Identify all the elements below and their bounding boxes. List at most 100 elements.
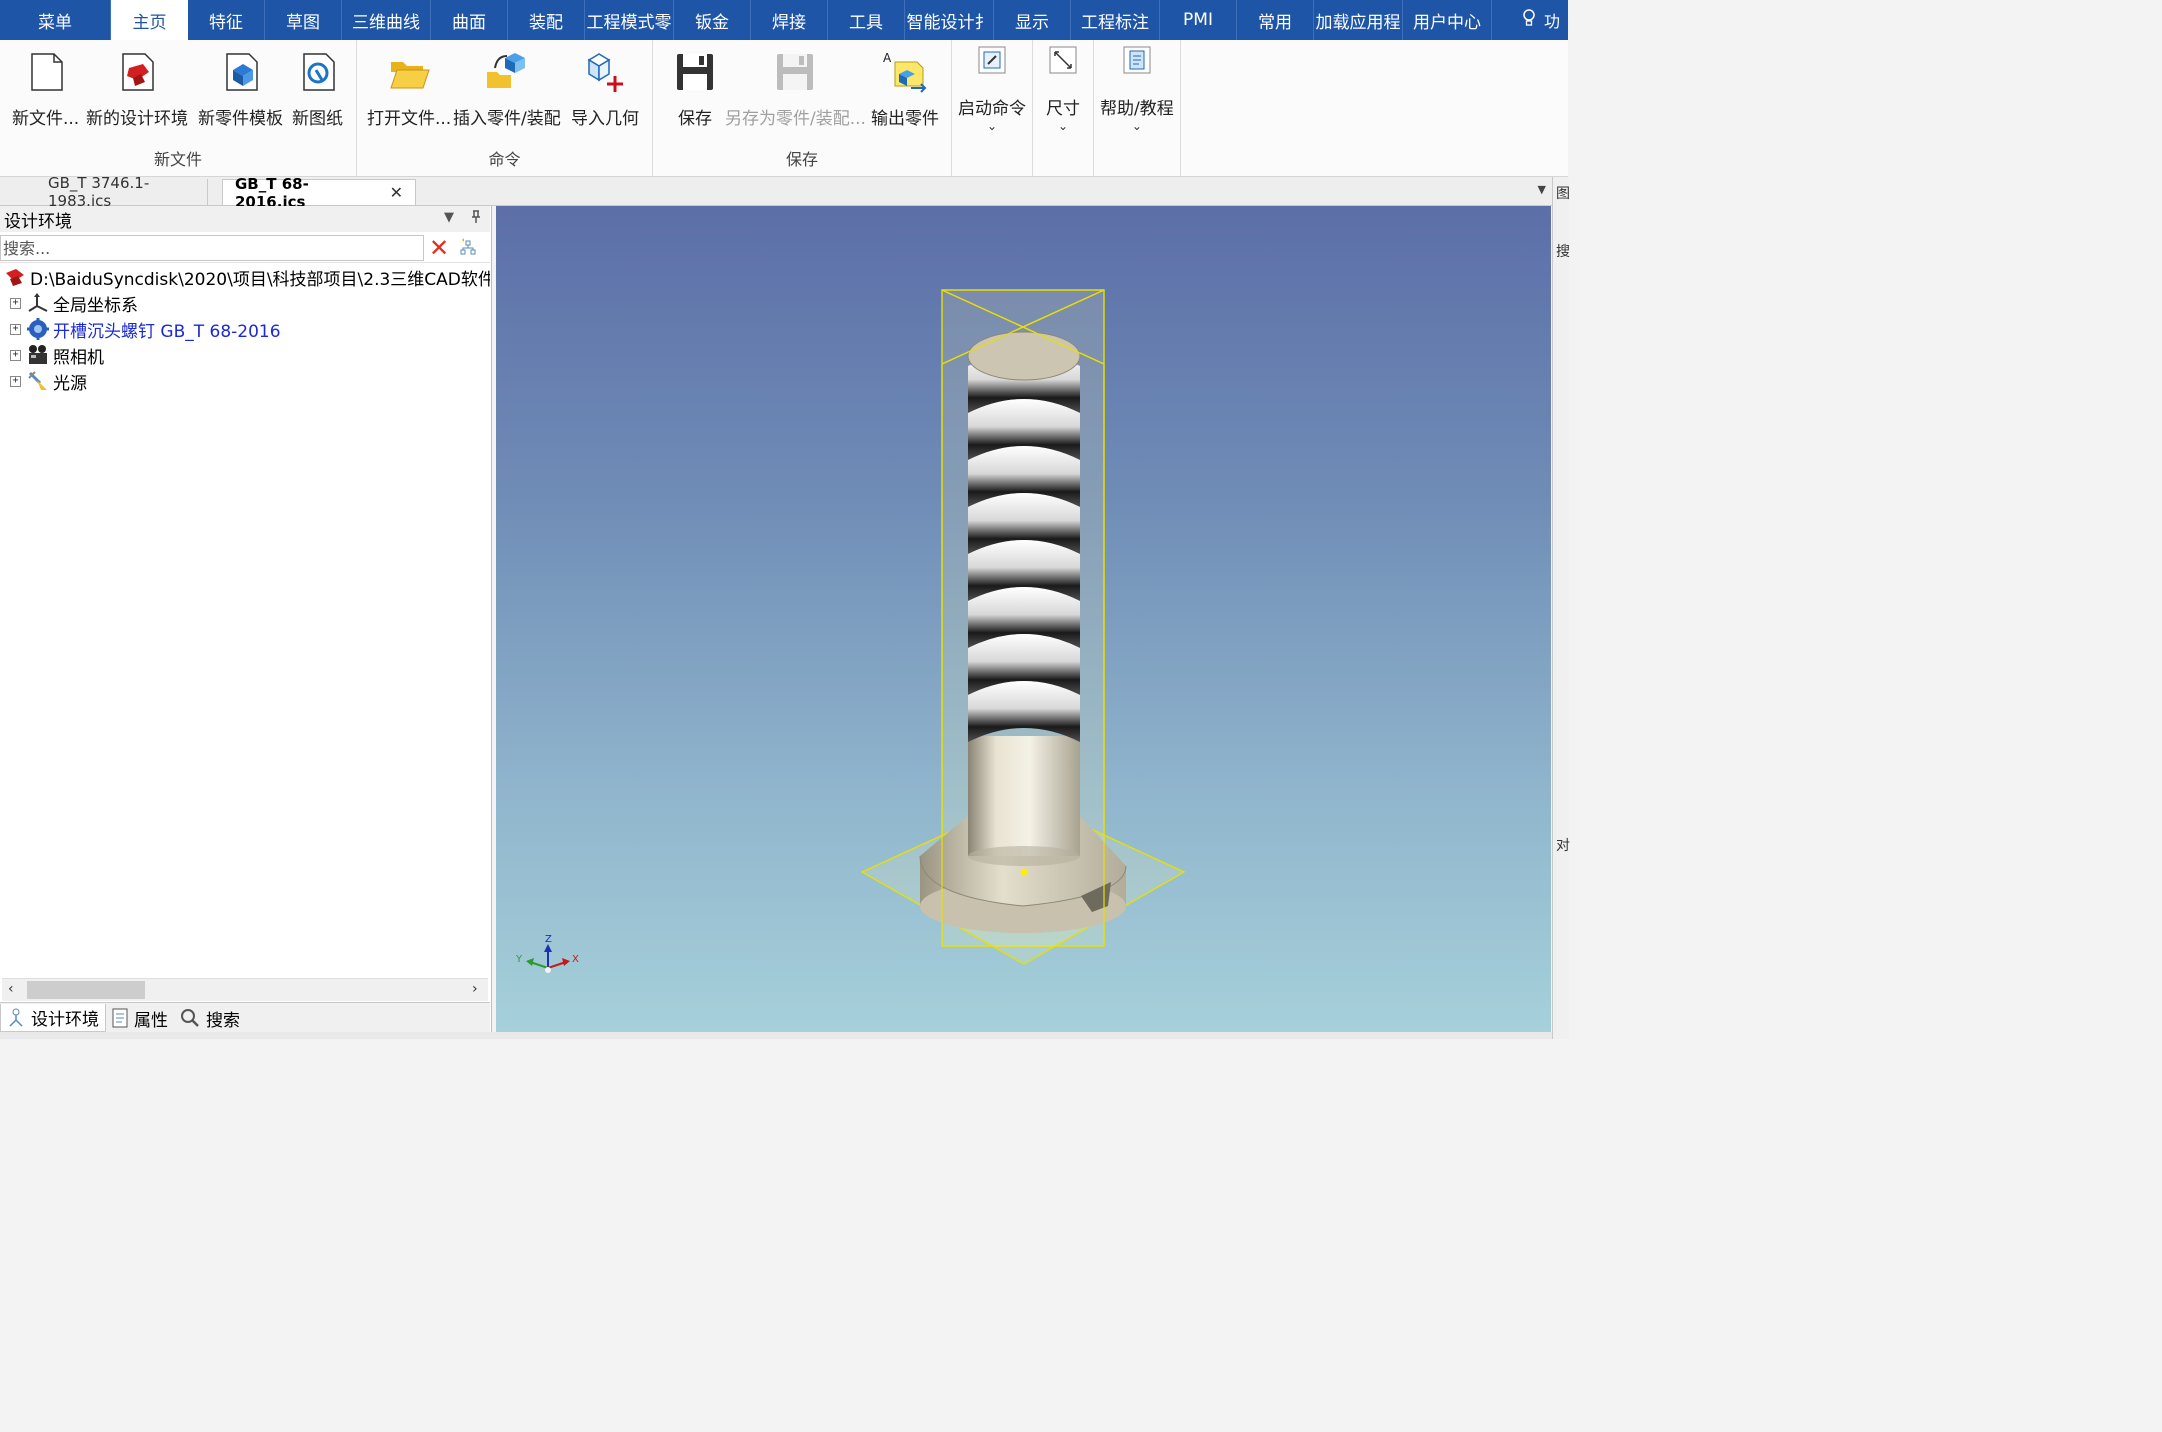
expand-icon[interactable]: + bbox=[10, 297, 21, 309]
menu-item-3d-curve[interactable]: 三维曲线 bbox=[342, 0, 431, 40]
chevron-down-icon: ⌄ bbox=[1057, 119, 1069, 133]
panel-tab-design-env[interactable]: 设计环境 bbox=[0, 1004, 106, 1032]
origin-anchor-point bbox=[1020, 868, 1028, 876]
tab-list-dropdown-icon[interactable]: ▼ bbox=[1538, 183, 1546, 196]
tree-search-row: ✕ bbox=[0, 234, 490, 263]
tree-search-input[interactable] bbox=[0, 235, 424, 261]
ribbon-group-label: 命令 bbox=[488, 150, 521, 169]
axis-icon bbox=[27, 292, 49, 314]
import-geometry-icon bbox=[587, 53, 623, 92]
orientation-triad: Z X Y bbox=[515, 934, 579, 973]
export-part-button[interactable]: A 输出零件 bbox=[871, 48, 939, 129]
new-file-icon bbox=[30, 53, 63, 91]
panel-title: 设计环境 bbox=[4, 211, 72, 232]
dimension-button[interactable]: 尺寸 ⌄ bbox=[1046, 44, 1080, 133]
3d-viewport[interactable]: Z X Y bbox=[496, 206, 1551, 1032]
help-tutorial-button[interactable]: 帮助/教程 ⌄ bbox=[1100, 44, 1174, 133]
tree-node-global-csys[interactable]: + 全局坐标系 bbox=[0, 290, 490, 316]
menu-item-surface[interactable]: 曲面 bbox=[431, 0, 508, 40]
open-file-button[interactable]: 打开文件... bbox=[367, 48, 451, 129]
tree-node-camera[interactable]: + 照相机 bbox=[0, 342, 490, 368]
panel-tab-search[interactable]: 搜索 bbox=[174, 1004, 246, 1032]
menu-item-display[interactable]: 显示 bbox=[994, 0, 1071, 40]
menu-item-welding[interactable]: 焊接 bbox=[751, 0, 828, 40]
design-environment-panel: 设计环境 ▼ ✕ D:\BaiduSyncdisk\2020\项目\科技部项目\… bbox=[0, 206, 492, 1033]
ribbon-group-command: 打开文件... 插入零件/装配 导入几何 命令 bbox=[357, 40, 653, 176]
triad-z-label: Z bbox=[545, 934, 552, 945]
scroll-right-icon[interactable]: › bbox=[472, 981, 478, 997]
new-file-button[interactable]: 新文件... bbox=[12, 48, 79, 129]
new-drawing-button[interactable]: 新图纸 bbox=[292, 48, 343, 129]
document-tab-gb-t-3746[interactable]: GB_T 3746.1-1983.ics bbox=[36, 174, 208, 210]
screw-top-face bbox=[967, 331, 1081, 381]
triad-y-label: Y bbox=[515, 954, 523, 965]
panel-dropdown-icon[interactable]: ▼ bbox=[444, 210, 454, 225]
properties-icon bbox=[112, 1008, 128, 1028]
document-tab-bar: GB_T 3746.1-1983.ics GB_T 68-2016.ics ✕ … bbox=[0, 174, 1552, 211]
triad-x-label: X bbox=[572, 954, 579, 965]
scene-tree: D:\BaiduSyncdisk\2020\项目\科技部项目\2.3三维CAD软… bbox=[0, 264, 490, 394]
menu-item-assembly[interactable]: 装配 bbox=[508, 0, 585, 40]
ribbon-group-help: 帮助/教程 ⌄ bbox=[1094, 40, 1181, 176]
scrollbar-thumb[interactable] bbox=[27, 981, 145, 999]
tree-node-light[interactable]: + 光源 bbox=[0, 368, 490, 394]
menu-item-load-apps[interactable]: 加载应用程 bbox=[1314, 0, 1403, 40]
design-env-tab-icon bbox=[7, 1008, 25, 1028]
new-part-template-button[interactable]: 新零件模板 bbox=[198, 48, 283, 129]
part-template-icon bbox=[225, 53, 258, 91]
menu-item-common[interactable]: 常用 bbox=[1237, 0, 1314, 40]
chevron-down-icon: ⌄ bbox=[1131, 119, 1142, 133]
svg-text:A: A bbox=[883, 51, 892, 65]
folder-open-icon bbox=[390, 62, 430, 89]
import-geometry-button[interactable]: 导入几何 bbox=[571, 48, 639, 129]
expand-icon[interactable]: + bbox=[10, 349, 21, 361]
panel-tab-properties[interactable]: 属性 bbox=[106, 1004, 174, 1032]
save-button[interactable]: 保存 bbox=[671, 48, 719, 129]
new-design-env-button[interactable]: 新的设计环境 bbox=[86, 48, 188, 129]
right-side-panel-edge[interactable]: 图 搜 对 bbox=[1552, 177, 1570, 1039]
right-panel-char[interactable]: 图 bbox=[1556, 183, 1570, 203]
menu-item-sheet-metal[interactable]: 钣金 bbox=[674, 0, 751, 40]
design-environment-icon bbox=[122, 53, 154, 91]
launch-command-button[interactable]: 启动命令 ⌄ bbox=[958, 44, 1026, 132]
tree-filter-icon[interactable] bbox=[454, 235, 482, 261]
ribbon-group-label: 保存 bbox=[785, 150, 818, 169]
menu-item-user-center[interactable]: 用户中心 bbox=[1403, 0, 1492, 40]
right-panel-char[interactable]: 对 bbox=[1556, 835, 1570, 855]
menu-item-annotation[interactable]: 工程标注 bbox=[1071, 0, 1160, 40]
expand-icon[interactable]: + bbox=[10, 375, 21, 387]
right-panel-char[interactable]: 搜 bbox=[1556, 241, 1570, 261]
close-tab-icon[interactable]: ✕ bbox=[390, 183, 403, 202]
menu-item-pmi[interactable]: PMI bbox=[1160, 0, 1237, 40]
ribbon-group-dimension: 尺寸 ⌄ bbox=[1033, 40, 1094, 176]
save-as-part-button[interactable]: 另存为零件/装配... bbox=[725, 48, 866, 129]
save-icon bbox=[677, 54, 713, 90]
scene-canvas: Z X Y bbox=[515, 289, 1186, 973]
ribbon-group-launch: 启动命令 ⌄ bbox=[952, 40, 1033, 176]
menu-item-feature[interactable]: 特征 bbox=[188, 0, 265, 40]
menu-item-sketch[interactable]: 草图 bbox=[265, 0, 342, 40]
ribbon-group-save: 保存 另存为零件/装配... A 输出零件 保存 bbox=[653, 40, 952, 176]
help-label: 功 bbox=[1544, 12, 1561, 31]
menu-item-tools[interactable]: 工具 bbox=[828, 0, 905, 40]
part-icon bbox=[27, 318, 49, 340]
document-tab-gb-t-68[interactable]: GB_T 68-2016.ics ✕ bbox=[222, 175, 416, 211]
help-search[interactable]: 功 bbox=[1492, 0, 1560, 40]
tree-horizontal-scrollbar[interactable]: ‹ › bbox=[2, 978, 488, 1001]
export-part-icon: A bbox=[883, 51, 927, 93]
help-book-icon bbox=[1123, 46, 1151, 74]
menu-item-menu[interactable]: 菜单 bbox=[0, 0, 111, 40]
clear-search-icon[interactable]: ✕ bbox=[424, 234, 454, 262]
tree-node-root[interactable]: D:\BaiduSyncdisk\2020\项目\科技部项目\2.3三维CAD软… bbox=[0, 264, 490, 290]
tree-node-screw-part[interactable]: + 开槽沉头螺钉 GB_T 68-2016 bbox=[0, 316, 490, 342]
expand-icon[interactable]: + bbox=[10, 323, 21, 335]
menu-item-engineering-mode[interactable]: 工程模式零 bbox=[585, 0, 674, 40]
insert-part-button[interactable]: 插入零件/装配 bbox=[453, 48, 561, 129]
pin-icon[interactable] bbox=[470, 210, 482, 228]
menu-item-smart-design[interactable]: 智能设计扌 bbox=[905, 0, 994, 40]
status-bar bbox=[0, 1032, 1552, 1039]
menu-item-home[interactable]: 主页 bbox=[111, 0, 188, 40]
scroll-left-icon[interactable]: ‹ bbox=[8, 981, 14, 997]
menu-bar: 菜单 主页 特征 草图 三维曲线 曲面 装配 工程模式零 钣金 焊接 工具 智能… bbox=[0, 0, 1568, 40]
insert-part-icon bbox=[486, 53, 525, 88]
